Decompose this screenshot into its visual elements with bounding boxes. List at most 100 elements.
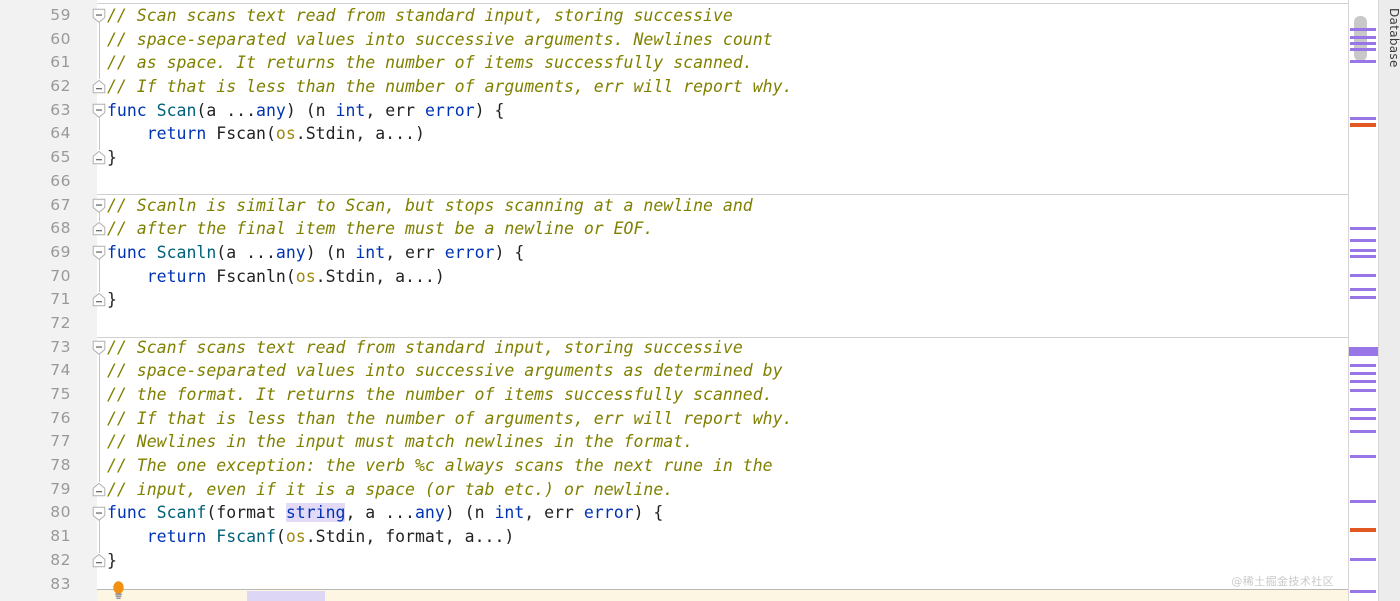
code-line[interactable]: // Scan scans text read from standard in… — [97, 4, 1348, 28]
code-line[interactable]: func Scanf(format string, a ...any) (n i… — [97, 501, 1348, 525]
occurrence-stripe-marker[interactable] — [1350, 296, 1376, 299]
code-line[interactable]: // space-separated values into successiv… — [97, 28, 1348, 52]
code-line[interactable]: } — [97, 146, 1348, 170]
code-line[interactable]: } — [97, 549, 1348, 573]
code-line[interactable]: // space-separated values into successiv… — [97, 359, 1348, 383]
code-line[interactable]: // The one exception: the verb %c always… — [97, 454, 1348, 478]
occurrence-stripe-marker[interactable] — [1350, 364, 1376, 367]
occurrence-stripe-marker[interactable] — [1350, 417, 1376, 420]
code-line[interactable]: return Fscanf(os.Stdin, format, a...) — [97, 525, 1348, 549]
code-content-area[interactable]: // Scan scans text read from standard in… — [97, 0, 1348, 601]
line-number[interactable]: 68 — [0, 217, 97, 241]
code-line[interactable]: // Scanf scans text read from standard i… — [97, 336, 1348, 360]
line-number[interactable]: 66 — [0, 170, 97, 194]
code-line[interactable]: func Scan(a ...any) (n int, err error) { — [97, 99, 1348, 123]
occurrence-stripe-marker[interactable] — [1350, 117, 1376, 120]
line-number[interactable]: 73 — [0, 336, 97, 360]
occurrence-stripe-marker[interactable] — [1350, 389, 1376, 392]
code-token: any — [256, 100, 286, 120]
line-number[interactable]: 69 — [0, 241, 97, 265]
line-number[interactable]: 70 — [0, 265, 97, 289]
line-number[interactable]: 83 — [0, 573, 97, 597]
error-stripe-marker[interactable] — [1350, 123, 1376, 127]
code-line[interactable]: // as space. It returns the number of it… — [97, 51, 1348, 75]
line-number[interactable]: 64 — [0, 122, 97, 146]
occurrence-stripe-marker[interactable] — [1350, 558, 1376, 561]
code-token: } — [107, 290, 117, 310]
occurrence-stripe-marker[interactable] — [1350, 372, 1376, 375]
code-line[interactable]: return Fscanln(os.Stdin, a...) — [97, 265, 1348, 289]
fold-collapse-icon[interactable] — [92, 506, 106, 521]
line-number[interactable]: 74 — [0, 359, 97, 383]
line-number[interactable]: 65 — [0, 146, 97, 170]
code-line[interactable]: // If that is less than the number of ar… — [97, 407, 1348, 431]
occurrence-stripe-marker[interactable] — [1350, 408, 1376, 411]
line-number[interactable]: 72 — [0, 312, 97, 336]
code-line[interactable]: // Newlines in the input must match newl… — [97, 430, 1348, 454]
occurrence-stripe-marker[interactable] — [1350, 288, 1376, 291]
fold-collapse-icon[interactable] — [92, 340, 106, 355]
occurrence-stripe-marker[interactable] — [1349, 347, 1378, 356]
editor-marker-scrollbar[interactable] — [1348, 0, 1378, 601]
line-number[interactable]: 76 — [0, 407, 97, 431]
occurrence-stripe-marker[interactable] — [1350, 255, 1376, 258]
code-line[interactable]: // If that is less than the number of ar… — [97, 75, 1348, 99]
fold-collapse-icon[interactable] — [92, 103, 106, 118]
code-line[interactable]: // Scanln is similar to Scan, but stops … — [97, 194, 1348, 218]
code-line[interactable]: return Fscan(os.Stdin, a...) — [97, 122, 1348, 146]
code-token: // The one exception: the verb %c always… — [107, 456, 773, 476]
code-line[interactable]: // input, even if it is a space (or tab … — [97, 478, 1348, 502]
fold-collapse-icon[interactable] — [92, 245, 106, 260]
line-number[interactable]: 71 — [0, 288, 97, 312]
occurrence-stripe-marker[interactable] — [1350, 48, 1376, 51]
line-number[interactable]: 61 — [0, 51, 97, 75]
occurrence-stripe-marker[interactable] — [1350, 36, 1376, 39]
code-line[interactable]: // the format. It returns the number of … — [97, 383, 1348, 407]
code-editor[interactable]: 59 60 61 62 63 64 65 66 67 68 69 70 71 72 73 74 75 76 77 78… — [0, 0, 1400, 601]
occurrence-stripe-marker[interactable] — [1350, 274, 1376, 277]
error-stripe-marker[interactable] — [1350, 528, 1376, 532]
fold-end-icon[interactable] — [92, 221, 106, 236]
line-number[interactable]: 78 — [0, 454, 97, 478]
line-number[interactable]: 80 — [0, 501, 97, 525]
occurrence-stripe-marker[interactable] — [1350, 42, 1376, 45]
fold-collapse-icon[interactable] — [92, 198, 106, 213]
fold-end-icon[interactable] — [92, 79, 106, 94]
fold-end-icon[interactable] — [92, 150, 106, 165]
code-text[interactable]: // Scan scans text read from standard in… — [97, 4, 1348, 596]
fold-end-icon[interactable] — [92, 553, 106, 568]
tool-window-tab-database[interactable]: Database — [1379, 6, 1400, 68]
fold-collapse-icon[interactable] — [92, 8, 106, 23]
line-number[interactable]: 62 — [0, 75, 97, 99]
line-number[interactable]: 59 — [0, 4, 97, 28]
line-number[interactable]: 75 — [0, 383, 97, 407]
line-number[interactable]: 60 — [0, 28, 97, 52]
code-line[interactable] — [97, 170, 1348, 194]
occurrence-stripe-marker[interactable] — [1350, 28, 1376, 31]
code-line[interactable] — [97, 312, 1348, 336]
right-tool-window-strip[interactable]: Database — [1378, 0, 1400, 601]
occurrence-stripe-marker[interactable] — [1350, 430, 1376, 433]
line-number[interactable]: 67 — [0, 194, 97, 218]
occurrence-stripe-marker[interactable] — [1350, 227, 1376, 230]
occurrence-stripe-marker[interactable] — [1350, 380, 1376, 383]
code-line[interactable]: // after the final item there must be a … — [97, 217, 1348, 241]
occurrence-stripe-marker[interactable] — [1350, 239, 1376, 242]
line-number[interactable]: 82 — [0, 549, 97, 573]
line-number[interactable]: 81 — [0, 525, 97, 549]
code-line[interactable]: func Scanln(a ...any) (n int, err error)… — [97, 241, 1348, 265]
occurrence-stripe-marker[interactable] — [1350, 590, 1376, 593]
editor-gutter[interactable]: 59 60 61 62 63 64 65 66 67 68 69 70 71 72 73 74 75 76 77 78… — [0, 0, 106, 601]
occurrence-stripe-marker[interactable] — [1350, 60, 1376, 63]
line-number[interactable]: 79 — [0, 478, 97, 502]
fold-end-icon[interactable] — [92, 292, 106, 307]
occurrence-stripe-marker[interactable] — [1350, 455, 1376, 458]
occurrence-stripe-marker[interactable] — [1350, 249, 1376, 252]
occurrence-stripe-marker[interactable] — [1350, 500, 1376, 503]
fold-end-icon[interactable] — [92, 482, 106, 497]
code-folding-column[interactable] — [92, 4, 108, 601]
code-line[interactable]: } — [97, 288, 1348, 312]
line-number[interactable]: 63 — [0, 99, 97, 123]
line-number[interactable]: 77 — [0, 430, 97, 454]
intention-lightbulb-icon[interactable] — [111, 581, 126, 600]
